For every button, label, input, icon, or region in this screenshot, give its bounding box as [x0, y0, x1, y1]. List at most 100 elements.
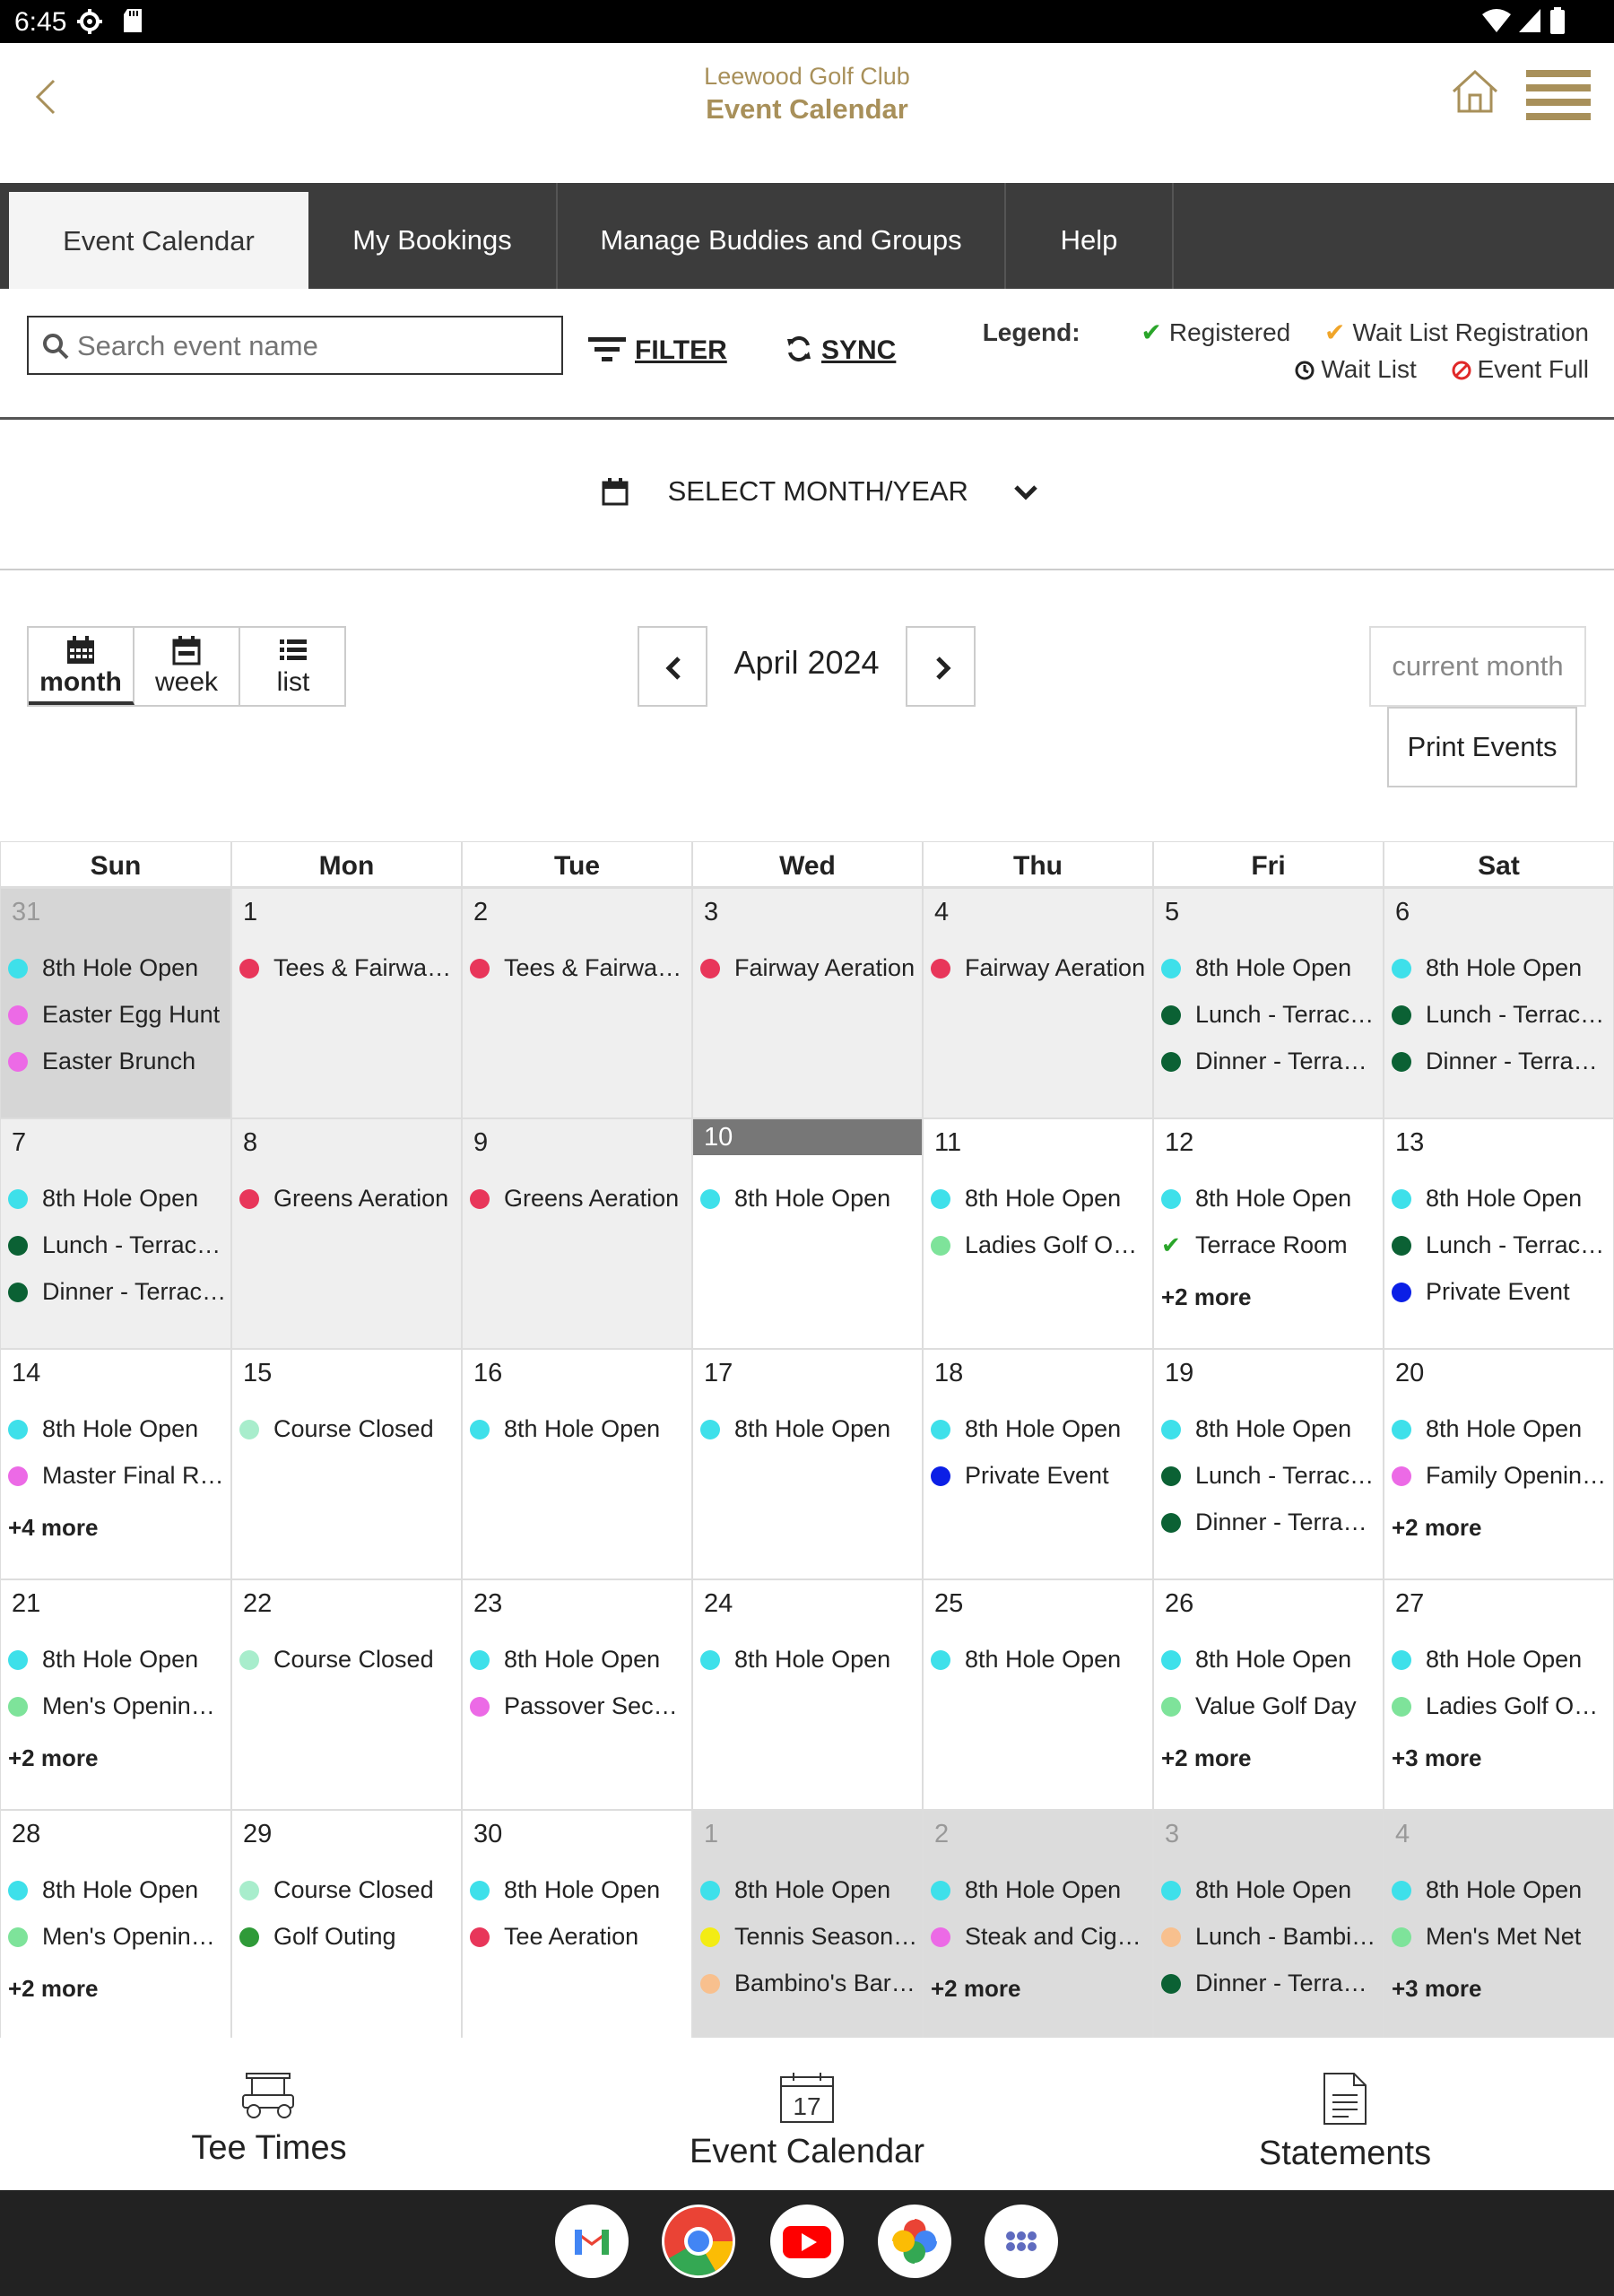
calendar-day-cell[interactable]: 9 Greens Aeration	[462, 1118, 692, 1349]
calendar-event[interactable]: 8th Hole Open	[1154, 944, 1383, 991]
calendar-event[interactable]: 8th Hole Open	[1154, 1866, 1383, 1913]
calendar-day-cell[interactable]: 5 8th Hole Open Lunch - Terrace Room Dinner…	[1153, 888, 1384, 1118]
more-events-link[interactable]: +4 more	[1, 1499, 230, 1552]
gmail-icon[interactable]	[555, 2205, 629, 2278]
calendar-event[interactable]: 8th Hole Open	[1154, 1175, 1383, 1222]
calendar-day-cell[interactable]: 4 Fairway Aeration	[923, 888, 1153, 1118]
filter-button[interactable]: FILTER	[588, 335, 727, 366]
calendar-event[interactable]: Dinner - Terrace Room	[1154, 1038, 1383, 1084]
calendar-event[interactable]: Master Final Round	[1, 1452, 230, 1499]
calendar-event[interactable]: Tee Aeration	[463, 1913, 691, 1960]
calendar-day-cell[interactable]: 10 8th Hole Open	[692, 1118, 923, 1349]
calendar-event[interactable]: 8th Hole Open	[693, 1866, 922, 1913]
calendar-day-cell[interactable]: 30 8th Hole Open Tee Aeration	[462, 1810, 692, 2040]
calendar-event[interactable]: Tees & Fairways Aeration	[463, 944, 691, 991]
calendar-day-cell[interactable]: 13 8th Hole Open Lunch - Terrace Room Priva…	[1384, 1118, 1614, 1349]
calendar-event[interactable]: Family Opening Day	[1384, 1452, 1613, 1499]
menu-button[interactable]	[1526, 70, 1591, 120]
calendar-day-cell[interactable]: 16 8th Hole Open	[462, 1349, 692, 1579]
calendar-event[interactable]: Greens Aeration	[232, 1175, 461, 1222]
calendar-event[interactable]: Value Golf Day	[1154, 1683, 1383, 1729]
calendar-event[interactable]: Men's Met Net	[1384, 1913, 1613, 1960]
previous-month-button[interactable]	[638, 626, 707, 707]
current-month-button[interactable]: current month	[1369, 626, 1586, 707]
calendar-day-cell[interactable]: 23 8th Hole Open Passover Seconds	[462, 1579, 692, 1810]
calendar-day-cell[interactable]: 20 8th Hole Open Family Opening Day +2 more	[1384, 1349, 1614, 1579]
calendar-event[interactable]: 8th Hole Open	[1, 1175, 230, 1222]
calendar-event[interactable]: Lunch - Terrace Room	[1154, 991, 1383, 1038]
calendar-event[interactable]: 8th Hole Open	[1384, 944, 1613, 991]
chrome-icon[interactable]	[662, 2205, 735, 2278]
calendar-day-cell[interactable]: 7 8th Hole Open Lunch - Terrace Room Dinner…	[0, 1118, 231, 1349]
calendar-event[interactable]: Golf Outing	[232, 1913, 461, 1960]
calendar-day-cell[interactable]: 17 8th Hole Open	[692, 1349, 923, 1579]
calendar-event[interactable]: Tennis Season Opening	[693, 1913, 922, 1960]
calendar-event[interactable]: Lunch - Terrace Room	[1154, 1452, 1383, 1499]
calendar-event[interactable]: 8th Hole Open	[693, 1636, 922, 1683]
view-week-button[interactable]: week	[134, 628, 240, 705]
calendar-day-cell[interactable]: 1 8th Hole Open Tennis Season Opening Bambi…	[692, 1810, 923, 2040]
more-events-link[interactable]: +2 more	[1154, 1729, 1383, 1783]
calendar-event[interactable]: Lunch - Bambino's	[1154, 1913, 1383, 1960]
calendar-event[interactable]: 8th Hole Open	[924, 1175, 1152, 1222]
calendar-event[interactable]: 8th Hole Open	[463, 1866, 691, 1913]
calendar-event[interactable]: Steak and Cigar Night	[924, 1913, 1152, 1960]
calendar-event[interactable]: Bambino's Bar Night	[693, 1960, 922, 2006]
calendar-event[interactable]: 8th Hole Open	[463, 1405, 691, 1452]
calendar-event[interactable]: Passover Seconds	[463, 1683, 691, 1729]
more-events-link[interactable]: +2 more	[1, 1729, 230, 1783]
more-events-link[interactable]: +2 more	[1154, 1268, 1383, 1322]
calendar-day-cell[interactable]: 3 8th Hole Open Lunch - Bambino's Dinner - …	[1153, 1810, 1384, 2040]
more-events-link[interactable]: +3 more	[1384, 1960, 1613, 2013]
calendar-event[interactable]: 8th Hole Open	[1, 1405, 230, 1452]
month-year-dropdown[interactable]: SELECT MONTH/YEAR	[601, 475, 1039, 508]
calendar-event[interactable]: 8th Hole Open	[924, 1636, 1152, 1683]
calendar-event[interactable]: 8th Hole Open	[1154, 1405, 1383, 1452]
tab-manage-buddies[interactable]: Manage Buddies and Groups	[558, 183, 1006, 289]
calendar-day-cell[interactable]: 24 8th Hole Open	[692, 1579, 923, 1810]
calendar-day-cell[interactable]: 19 8th Hole Open Lunch - Terrace Room Dinne…	[1153, 1349, 1384, 1579]
calendar-event[interactable]: Greens Aeration	[463, 1175, 691, 1222]
calendar-event[interactable]: Ladies Golf Opening	[1384, 1683, 1613, 1729]
calendar-event[interactable]: Dinner - Terrace Room	[1384, 1038, 1613, 1084]
calendar-day-cell[interactable]: 31 8th Hole Open Easter Egg Hunt Easter Bru…	[0, 888, 231, 1118]
calendar-event[interactable]: Course Closed	[232, 1405, 461, 1452]
photos-icon[interactable]	[878, 2205, 951, 2278]
calendar-event[interactable]: 8th Hole Open	[924, 1405, 1152, 1452]
calendar-day-cell[interactable]: 2 Tees & Fairways Aeration	[462, 888, 692, 1118]
sync-button[interactable]: SYNC	[785, 335, 896, 366]
calendar-event[interactable]: Private Event	[1384, 1268, 1613, 1315]
calendar-event[interactable]: Course Closed	[232, 1866, 461, 1913]
tab-help[interactable]: Help	[1006, 183, 1174, 289]
calendar-event[interactable]: 8th Hole Open	[1, 1866, 230, 1913]
calendar-day-cell[interactable]: 2 8th Hole Open Steak and Cigar Night +2 mo…	[923, 1810, 1153, 2040]
calendar-event[interactable]: Dinner - Terrace Room	[1154, 1960, 1383, 2006]
calendar-day-cell[interactable]: 18 8th Hole Open Private Event	[923, 1349, 1153, 1579]
home-button[interactable]	[1448, 65, 1502, 118]
calendar-event[interactable]: 8th Hole Open	[924, 1866, 1152, 1913]
calendar-event[interactable]: ✔ Terrace Room	[1154, 1222, 1383, 1268]
more-events-link[interactable]: +2 more	[924, 1960, 1152, 2013]
calendar-event[interactable]: 8th Hole Open	[1, 944, 230, 991]
calendar-event[interactable]: 8th Hole Open	[463, 1636, 691, 1683]
nav-statements[interactable]: Statements	[1076, 2038, 1614, 2190]
calendar-day-cell[interactable]: 26 8th Hole Open Value Golf Day +2 more	[1153, 1579, 1384, 1810]
calendar-day-cell[interactable]: 4 8th Hole Open Men's Met Net +3 more	[1384, 1810, 1614, 2040]
calendar-day-cell[interactable]: 22 Course Closed	[231, 1579, 462, 1810]
calendar-day-cell[interactable]: 6 8th Hole Open Lunch - Terrace Room Dinner…	[1384, 888, 1614, 1118]
calendar-day-cell[interactable]: 12 8th Hole Open ✔ Terrace Room +2 more	[1153, 1118, 1384, 1349]
calendar-event[interactable]: Course Closed	[232, 1636, 461, 1683]
view-month-button[interactable]: month	[29, 628, 134, 705]
calendar-event[interactable]: 8th Hole Open	[1384, 1636, 1613, 1683]
calendar-event[interactable]: 8th Hole Open	[1154, 1636, 1383, 1683]
calendar-event[interactable]: Fairway Aeration	[924, 944, 1152, 991]
calendar-event[interactable]: 8th Hole Open	[1384, 1405, 1613, 1452]
nav-tee-times[interactable]: Tee Times	[0, 2038, 538, 2190]
calendar-event[interactable]: Tees & Fairways Aeration	[232, 944, 461, 991]
calendar-event[interactable]: Private Event	[924, 1452, 1152, 1499]
calendar-event[interactable]: Dinner - Terrace Room	[1154, 1499, 1383, 1545]
calendar-event[interactable]: Fairway Aeration	[693, 944, 922, 991]
more-events-link[interactable]: +3 more	[1384, 1729, 1613, 1783]
print-events-button[interactable]: Print Events	[1387, 707, 1577, 787]
calendar-day-cell[interactable]: 21 8th Hole Open Men's Opening Day +2 more	[0, 1579, 231, 1810]
